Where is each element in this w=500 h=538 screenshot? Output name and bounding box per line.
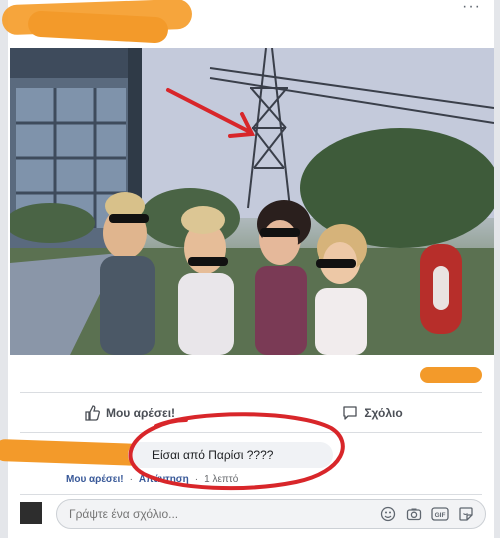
comment-button[interactable]: Σχόλιο (251, 396, 494, 430)
ellipsis-icon: ··· (462, 0, 481, 15)
post-header: ··· (1, 0, 494, 48)
comment-timestamp: 1 λεπτό (204, 474, 239, 485)
comment-item: Είσαι από Παρίσι ???? Μου αρέσει! · Απάν… (0, 436, 494, 492)
post-photo[interactable] (10, 48, 494, 355)
comment-like-link[interactable]: Μου αρέσει! (66, 474, 124, 485)
comment-reply-link[interactable]: Απάντηση (139, 474, 189, 485)
more-options-button[interactable]: ··· (462, 0, 482, 20)
comment-meta: Μου αρέσει! · Απάντηση · 1 λεπτό (66, 474, 238, 485)
photo-illustration (10, 48, 494, 355)
comment-input-box[interactable]: GIF (56, 499, 486, 529)
comment-input[interactable] (69, 505, 349, 523)
divider (20, 494, 482, 495)
sticker-icon[interactable] (457, 505, 475, 523)
divider (20, 392, 482, 393)
avatar (20, 502, 42, 524)
like-button-label: Μου αρέσει! (105, 406, 176, 420)
comment-button-label: Σχόλιο (364, 406, 403, 420)
comment-bubble: Είσαι από Παρίσι ???? (128, 442, 333, 468)
meta-separator: · (194, 474, 199, 485)
composer-icons: GIF (379, 505, 475, 523)
camera-icon[interactable] (405, 505, 423, 523)
reaction-summary (8, 355, 494, 389)
redacted-reaction-count (420, 367, 482, 383)
thumbs-up-icon (85, 405, 100, 421)
meta-separator: · (129, 474, 133, 485)
post-actions: Μου αρέσει! Σχόλιο (8, 396, 494, 430)
comment-icon (343, 406, 357, 420)
comment-text: Είσαι από Παρίσι ???? (152, 448, 274, 462)
gif-icon[interactable]: GIF (431, 505, 449, 523)
post-card: ··· Μου αρέσει! Σχόλιο Είσαι από Παρίσι … (0, 0, 494, 538)
emoji-icon[interactable] (379, 505, 397, 523)
comment-composer: GIF (8, 496, 494, 538)
like-button[interactable]: Μου αρέσει! (8, 396, 251, 430)
gif-icon-label: GIF (435, 512, 446, 519)
divider (20, 432, 482, 433)
